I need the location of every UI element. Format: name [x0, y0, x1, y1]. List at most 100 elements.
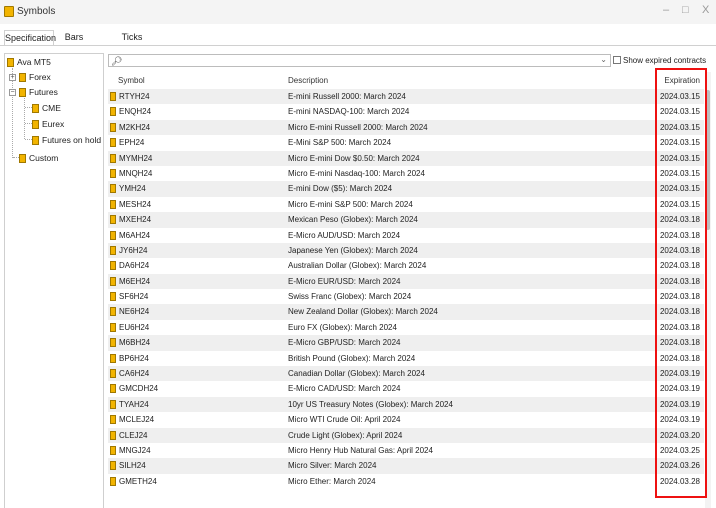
table-row[interactable]: CA6H24 Canadian Dollar (Globex): March 20… [108, 366, 704, 382]
table-row[interactable]: SILH24 Micro Silver: March 2024 2024.03.26 [108, 458, 704, 474]
table-row[interactable]: EU6H24 Euro FX (Globex): March 2024 2024.0… [108, 319, 704, 336]
table-row[interactable]: MXEH24 Mexican Peso (Globex): March 2024 2… [108, 212, 704, 228]
folder-icon [32, 120, 39, 129]
table-row[interactable]: JY6H24 Japanese Yen (Globex): March 2024 2… [108, 242, 704, 259]
expiration-cell: 2024.03.18 [659, 307, 700, 317]
symbol-cell: BP6H24 [110, 351, 149, 366]
tab-bar: Specification Bars Ticks [0, 30, 716, 45]
table-row[interactable]: DA6H24 Australian Dollar (Globex): March … [108, 258, 704, 274]
symbol-text: SF6H24 [119, 292, 149, 302]
symbol-text: YMH24 [119, 184, 146, 194]
symbol-icon [110, 430, 116, 440]
symbol-tree[interactable]: Ava MT5 + Forex − Futures CME Eurex Futu… [4, 53, 104, 508]
show-expired-toggle[interactable]: Show expired contracts [613, 55, 706, 67]
tree-item-forex[interactable]: Forex [19, 70, 51, 84]
table-row[interactable]: MESH24 Micro E-mini S&P 500: March 2024 20… [108, 196, 704, 213]
description-cell: Micro E-mini Dow $0.50: March 2024 [288, 153, 420, 163]
tab-specification[interactable]: Specification [4, 30, 56, 45]
expiration-cell: 2024.03.19 [659, 399, 700, 409]
vertical-scrollbar[interactable] [705, 72, 711, 508]
expiration-cell: 2024.03.18 [659, 276, 700, 286]
symbol-cell: MCLEJ24 [110, 412, 154, 427]
tree-item-cme[interactable]: CME [32, 101, 61, 115]
table-row[interactable]: M6EH24 E-Micro EUR/USD: March 2024 2024.03… [108, 273, 704, 290]
tree-item-custom[interactable]: Custom [19, 151, 58, 165]
description-cell: E-Micro EUR/USD: March 2024 [288, 276, 401, 286]
table-row[interactable]: M6AH24 E-Micro AUD/USD: March 2024 2024.03… [108, 227, 704, 243]
table-row[interactable]: MYMH24 Micro E-mini Dow $0.50: March 2024… [108, 150, 704, 166]
column-header-expiration[interactable]: Expiration [664, 72, 700, 89]
symbol-cell: JY6H24 [110, 243, 147, 258]
title-bar: Symbols – □ X [0, 0, 716, 24]
table-row[interactable]: BP6H24 British Pound (Globex): March 2024… [108, 350, 704, 367]
column-header-symbol[interactable]: Symbol [118, 72, 145, 89]
chevron-down-icon[interactable]: ⌄ [600, 55, 607, 64]
symbol-text: NE6H24 [119, 307, 150, 317]
expiration-cell: 2024.03.15 [659, 122, 700, 132]
scrollbar-thumb[interactable] [706, 90, 710, 230]
symbol-text: MYMH24 [119, 153, 153, 163]
table-row[interactable]: SF6H24 Swiss Franc (Globex): March 2024 20… [108, 289, 704, 305]
symbol-icon [110, 230, 116, 240]
table-row[interactable]: M6BH24 E-Micro GBP/USD: March 2024 2024.03… [108, 335, 704, 351]
symbol-icon [110, 107, 116, 117]
tree-item-futures[interactable]: Futures [19, 85, 58, 99]
table-row[interactable]: ENQH24 E-mini NASDAQ-100: March 2024 2024.… [108, 104, 704, 120]
symbol-text: MXEH24 [119, 215, 152, 225]
symbol-text: RTYH24 [119, 92, 150, 101]
tree-item-eurex[interactable]: Eurex [32, 117, 64, 131]
expiration-cell: 2024.03.18 [659, 215, 700, 225]
symbol-cell: SF6H24 [110, 289, 148, 304]
maximize-button[interactable]: □ [682, 4, 689, 16]
table-row[interactable]: MCLEJ24 Micro WTI Crude Oil: April 2024 20… [108, 412, 704, 428]
description-cell: E-mini Russell 2000: March 2024 [288, 92, 406, 101]
table-row[interactable]: MNQH24 Micro E-mini Nasdaq-100: March 202… [108, 165, 704, 182]
symbol-icon [110, 92, 116, 101]
symbol-icon [110, 215, 116, 225]
symbol-cell: RTYH24 [110, 89, 150, 104]
symbol-cell: TYAH24 [110, 397, 149, 412]
table-header: Symbol Description Expiration [108, 72, 704, 90]
table-row[interactable]: RTYH24 E-mini Russell 2000: March 2024 202… [108, 89, 704, 105]
expand-toggle-forex[interactable]: + [9, 74, 16, 81]
symbol-text: ENQH24 [119, 107, 152, 117]
tree-item-root[interactable]: Ava MT5 [7, 55, 51, 69]
symbol-cell: MNGJ24 [110, 443, 151, 458]
tree-item-label: Forex [29, 72, 51, 82]
symbols-app-icon [4, 6, 14, 17]
table-row[interactable]: YMH24 E-mini Dow ($5): March 2024 2024.03.… [108, 181, 704, 197]
symbol-text: EPH24 [119, 138, 145, 148]
table-row[interactable]: NE6H24 New Zealand Dollar (Globex): March… [108, 304, 704, 320]
description-cell: Crude Light (Globex): April 2024 [288, 430, 403, 440]
close-button[interactable]: X [702, 4, 709, 16]
symbol-icon [110, 415, 116, 425]
symbol-icon [110, 168, 116, 178]
table-row[interactable]: GMCDH24 E-Micro CAD/USD: March 2024 2024.0… [108, 381, 704, 397]
description-cell: Micro WTI Crude Oil: April 2024 [288, 415, 401, 425]
table-row[interactable]: M2KH24 Micro E-mini Russell 2000: March 2… [108, 119, 704, 136]
symbol-text: CA6H24 [119, 369, 150, 379]
expiration-cell: 2024.03.18 [659, 292, 700, 302]
table-row[interactable]: EPH24 E-Mini S&P 500: March 2024 2024.03.1… [108, 135, 704, 151]
symbol-cell: YMH24 [110, 181, 146, 196]
table-row[interactable]: MNGJ24 Micro Henry Hub Natural Gas: April… [108, 442, 704, 459]
symbol-icon [110, 353, 116, 363]
folder-icon [7, 58, 14, 67]
table-row[interactable]: TYAH24 10yr US Treasury Notes (Globex): M… [108, 396, 704, 413]
show-expired-label: Show expired contracts [623, 56, 707, 65]
symbol-text: MNGJ24 [119, 445, 151, 455]
tab-bars[interactable]: Bars [60, 30, 88, 45]
symbol-cell: M6EH24 [110, 274, 150, 289]
symbol-icon [110, 307, 116, 317]
expiration-cell: 2024.03.15 [659, 92, 700, 101]
tab-ticks[interactable]: Ticks [118, 30, 146, 45]
collapse-toggle-futures[interactable]: − [9, 89, 16, 96]
tree-item-futures-on-hold[interactable]: Futures on hold [32, 133, 101, 147]
symbol-search-input[interactable]: 🔎︎ ⌄ [108, 54, 611, 67]
table-row[interactable]: GMETH24 Micro Ether: March 2024 2024.03.28 [108, 473, 704, 490]
column-header-description[interactable]: Description [288, 72, 328, 89]
description-cell: Japanese Yen (Globex): March 2024 [288, 245, 418, 255]
show-expired-checkbox[interactable] [613, 56, 621, 64]
minimize-button[interactable]: – [663, 4, 669, 16]
table-row[interactable]: CLEJ24 Crude Light (Globex): April 2024 20… [108, 427, 704, 443]
